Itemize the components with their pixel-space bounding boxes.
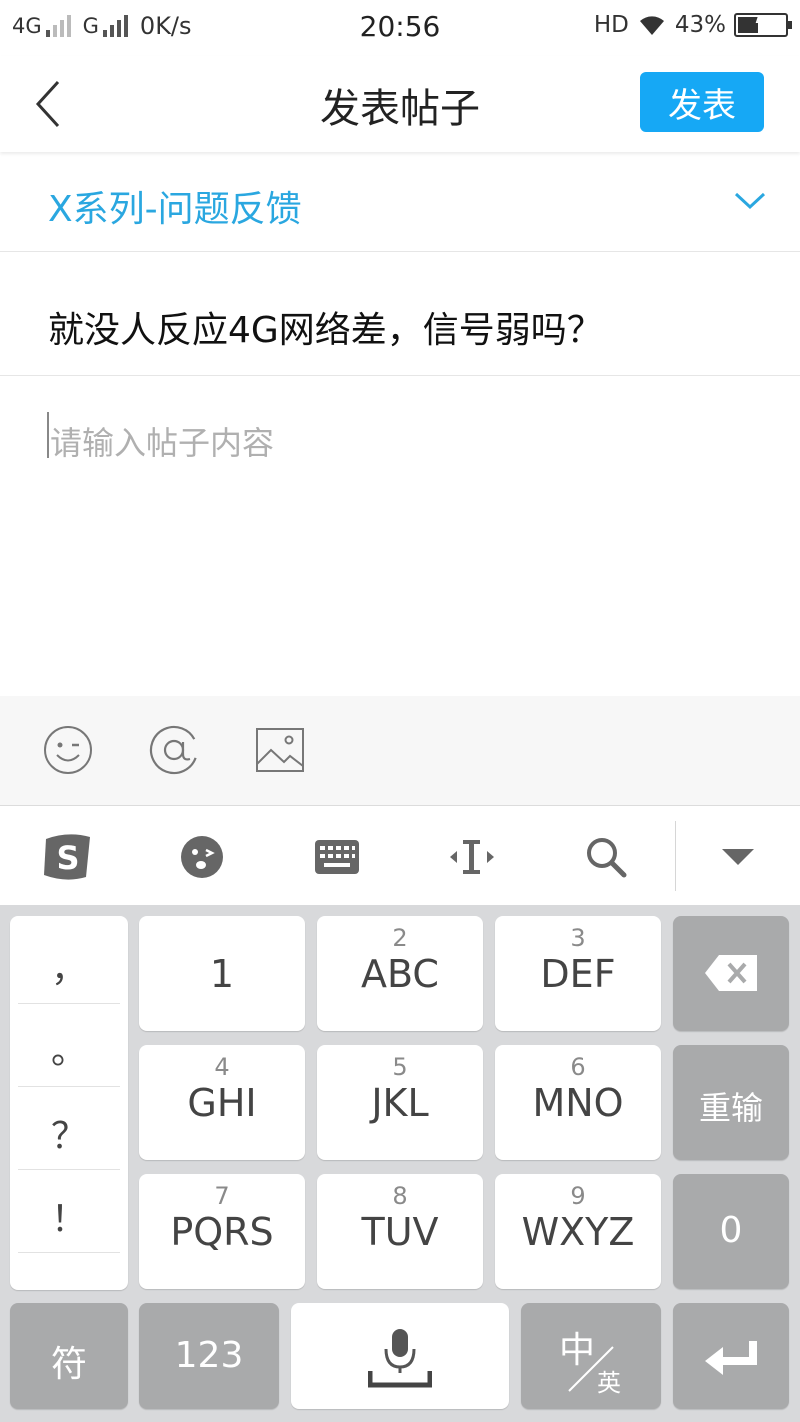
svg-text:S: S [56, 839, 79, 877]
key-num: 5 [392, 1053, 408, 1081]
sogou-logo-icon[interactable]: S [40, 831, 96, 883]
key-letters: TUV [361, 1210, 439, 1254]
language-switch-key[interactable]: 中 英 [521, 1303, 661, 1409]
key-7[interactable]: 7 PQRS [139, 1174, 305, 1289]
publish-button[interactable]: 发表 [640, 72, 764, 132]
punct-divider [18, 1003, 120, 1004]
key-num: 9 [570, 1182, 586, 1210]
text-caret [47, 412, 49, 458]
status-bar: 4G G 0K/s 20:56 HD 43% ϟ [0, 0, 800, 56]
key-num: 4 [214, 1053, 230, 1081]
reinput-label: 重输 [698, 1089, 763, 1127]
enter-key[interactable] [673, 1303, 789, 1409]
punct-divider [18, 1169, 120, 1170]
backspace-icon [705, 955, 757, 991]
charging-icon: ϟ [754, 13, 766, 34]
key-letters: DEF [540, 952, 616, 996]
key-1[interactable]: 1 [139, 916, 305, 1031]
enter-icon [705, 1341, 757, 1375]
compose-toolbar [0, 696, 800, 806]
key-num: 8 [392, 1182, 408, 1210]
status-right: HD 43% ϟ [593, 12, 792, 38]
key-letters: 1 [209, 952, 235, 996]
punct-divider [18, 1252, 120, 1253]
space-voice-key[interactable] [291, 1303, 509, 1409]
category-selector[interactable]: X系列-问题反馈 [0, 152, 800, 252]
emoji-face-icon[interactable] [174, 831, 230, 883]
punct-divider [18, 1086, 120, 1087]
hide-keyboard-icon[interactable] [710, 831, 766, 883]
content-placeholder: 请输入帖子内容 [50, 424, 275, 462]
at-icon[interactable] [148, 724, 200, 776]
zero-label: 0 [719, 1210, 743, 1251]
key-num: 7 [214, 1182, 230, 1210]
key-5[interactable]: 5 JKL [317, 1045, 483, 1160]
key-9[interactable]: 9 WXYZ [495, 1174, 661, 1289]
numbers-label: 123 [174, 1335, 244, 1376]
punct-period-key[interactable]: 。 [10, 1006, 128, 1089]
key-4[interactable]: 4 GHI [139, 1045, 305, 1160]
key-0[interactable]: 0 [673, 1174, 789, 1289]
punctuation-column: ， 。 ？ ！ [10, 916, 128, 1290]
symbol-key[interactable]: 符 [10, 1303, 128, 1409]
key-8[interactable]: 8 TUV [317, 1174, 483, 1289]
punct-exclaim-key[interactable]: ！ [10, 1172, 128, 1255]
key-num: 3 [570, 924, 586, 952]
key-letters: GHI [187, 1081, 257, 1125]
key-num: 2 [392, 924, 408, 952]
battery-icon: ϟ [734, 13, 792, 37]
microphone-icon [368, 1329, 432, 1388]
post-title-field[interactable]: 就没人反应4G网络差，信号弱吗？ [0, 253, 800, 376]
key-6[interactable]: 6 MNO [495, 1045, 661, 1160]
backspace-key[interactable] [673, 916, 789, 1031]
symbol-label: 符 [50, 1344, 87, 1385]
ime-toolbar: S [0, 807, 800, 905]
reinput-key[interactable]: 重输 [673, 1045, 789, 1160]
key-letters: PQRS [170, 1210, 274, 1254]
keyboard: ， 。 ？ ！ 1 2 ABC 3 DEF 4 GHI 5 JKL 6 MNO [0, 905, 800, 1422]
punct-comma-key[interactable]: ， [10, 922, 128, 1005]
key-3[interactable]: 3 DEF [495, 916, 661, 1031]
image-icon[interactable] [254, 724, 306, 776]
top-bar: 发表帖子 发表 [0, 56, 800, 152]
wifi-icon [639, 16, 664, 35]
chevron-down-icon [734, 192, 766, 210]
numbers-key[interactable]: 123 [139, 1303, 279, 1409]
ime-divider [675, 821, 676, 891]
key-2[interactable]: 2 ABC [317, 916, 483, 1031]
post-title-text: 就没人反应4G网络差，信号弱吗？ [48, 310, 603, 351]
lang-english-label: 英 [597, 1369, 621, 1397]
emoji-icon[interactable] [42, 724, 94, 776]
search-icon[interactable] [578, 831, 634, 883]
category-label: X系列-问题反馈 [48, 189, 302, 230]
hd-indicator: HD [593, 12, 629, 38]
cursor-move-icon[interactable] [444, 831, 500, 883]
key-letters: JKL [371, 1081, 429, 1125]
keyboard-icon[interactable] [309, 831, 365, 883]
key-letters: MNO [532, 1081, 624, 1125]
back-arrow-icon[interactable] [30, 78, 70, 130]
punct-question-key[interactable]: ？ [10, 1089, 128, 1172]
key-letters: WXYZ [521, 1210, 635, 1254]
key-letters: ABC [361, 952, 439, 996]
key-num: 6 [570, 1053, 586, 1081]
battery-percent: 43% [674, 12, 726, 38]
